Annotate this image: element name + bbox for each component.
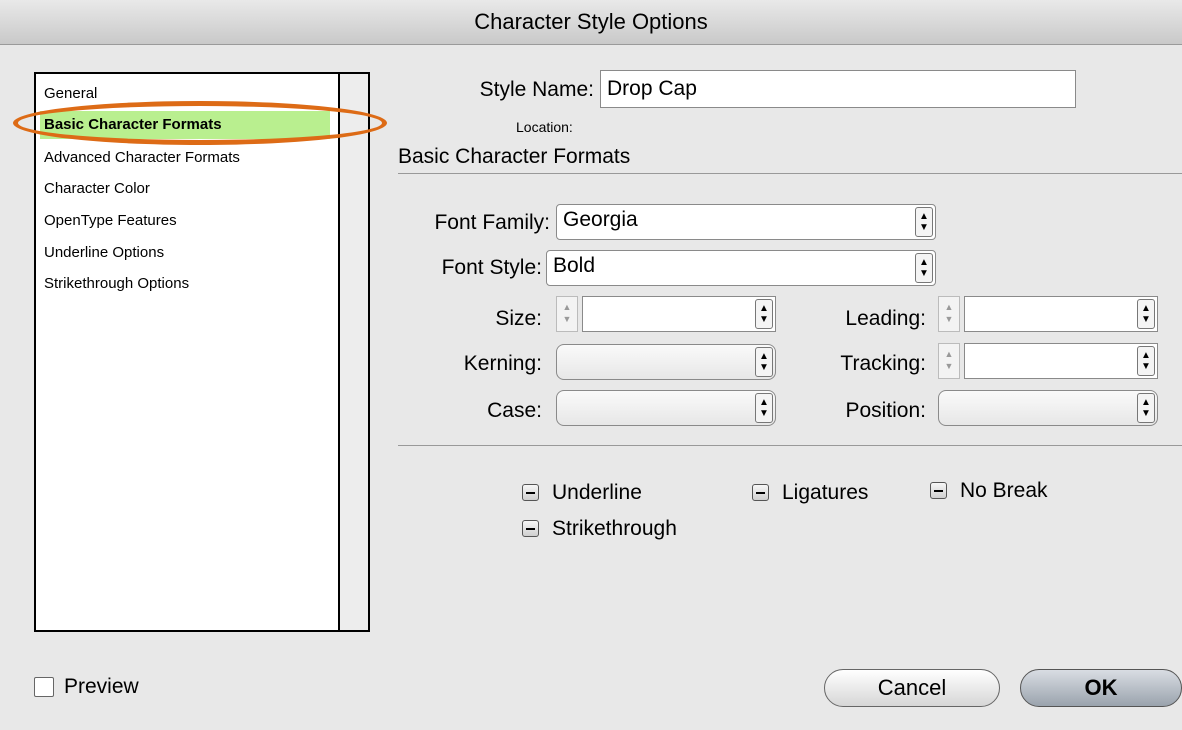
position-label: Position: (845, 399, 926, 422)
category-item-advanced-character-formats[interactable]: Advanced Character Formats (44, 144, 240, 172)
dropdown-arrows-icon: ▲ ▼ (1137, 346, 1155, 376)
tracking-stepper-icon[interactable]: ▲ ▼ (938, 343, 960, 379)
category-list[interactable]: General Basic Character Formats Advanced… (34, 72, 370, 632)
position-dropdown[interactable]: ▲ ▼ (938, 390, 1158, 426)
font-family-dropdown[interactable]: Georgia ▲ ▼ (556, 204, 936, 240)
size-label: Size: (495, 307, 542, 330)
dropdown-arrows-icon: ▲ ▼ (755, 393, 773, 423)
section-title: Basic Character Formats (398, 145, 631, 168)
size-combobox[interactable]: ▲ ▼ (582, 296, 776, 332)
category-item-underline-options[interactable]: Underline Options (44, 239, 164, 267)
dropdown-arrows-icon: ▲ ▼ (915, 253, 933, 283)
cancel-button[interactable]: Cancel (824, 669, 1000, 707)
list-scrollbar[interactable] (338, 74, 368, 630)
selection-highlight-annotation (13, 101, 387, 145)
category-item-general[interactable]: General (44, 80, 97, 108)
dropdown-arrows-icon: ▲ ▼ (1137, 393, 1155, 423)
dropdown-arrows-icon: ▲ ▼ (755, 347, 773, 377)
dropdown-arrows-icon: ▲ ▼ (915, 207, 933, 237)
leading-label: Leading: (845, 307, 926, 330)
font-style-label: Font Style: (441, 256, 542, 279)
kerning-dropdown[interactable]: ▲ ▼ (556, 344, 776, 380)
font-family-label: Font Family: (434, 211, 550, 234)
tracking-combobox[interactable]: ▲ ▼ (964, 343, 1158, 379)
strikethrough-label: Strikethrough (552, 517, 677, 540)
ligatures-checkbox[interactable] (752, 484, 769, 501)
window-title: Character Style Options (0, 0, 1182, 45)
options-divider (398, 445, 1182, 446)
kerning-label: Kerning: (463, 352, 542, 375)
style-name-input[interactable]: Drop Cap (600, 70, 1076, 108)
leading-combobox[interactable]: ▲ ▼ (964, 296, 1158, 332)
font-family-value: Georgia (563, 208, 638, 231)
case-dropdown[interactable]: ▲ ▼ (556, 390, 776, 426)
style-name-label: Style Name: (479, 78, 594, 101)
no-break-label: No Break (960, 479, 1048, 502)
category-item-character-color[interactable]: Character Color (44, 175, 150, 203)
location-label: Location: (516, 119, 573, 135)
case-label: Case: (487, 399, 542, 422)
tracking-label: Tracking: (840, 352, 926, 375)
underline-label: Underline (552, 481, 642, 504)
size-stepper-icon[interactable]: ▲ ▼ (556, 296, 578, 332)
dropdown-arrows-icon: ▲ ▼ (1137, 299, 1155, 329)
no-break-checkbox[interactable] (930, 482, 947, 499)
underline-checkbox[interactable] (522, 484, 539, 501)
font-style-dropdown[interactable]: Bold ▲ ▼ (546, 250, 936, 286)
category-item-opentype-features[interactable]: OpenType Features (44, 207, 177, 235)
ligatures-label: Ligatures (782, 481, 869, 504)
font-style-value: Bold (553, 254, 596, 277)
preview-checkbox[interactable] (34, 677, 54, 697)
section-divider (398, 173, 1182, 174)
dropdown-arrows-icon: ▲ ▼ (755, 299, 773, 329)
leading-stepper-icon[interactable]: ▲ ▼ (938, 296, 960, 332)
category-item-strikethrough-options[interactable]: Strikethrough Options (44, 270, 189, 298)
ok-button[interactable]: OK (1020, 669, 1182, 707)
preview-label: Preview (64, 675, 139, 698)
strikethrough-checkbox[interactable] (522, 520, 539, 537)
